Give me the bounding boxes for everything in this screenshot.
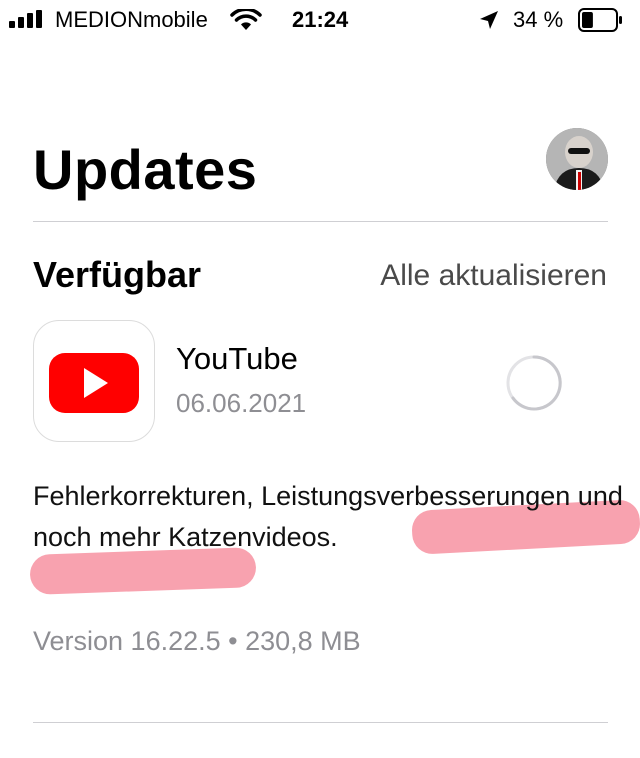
version-info: Version 16.22.5 • 230,8 MB [33,626,361,656]
app-name: YouTube [176,341,298,376]
battery-icon [578,8,622,32]
battery-percent: 34 % [513,7,564,32]
youtube-icon[interactable] [33,320,155,442]
location-arrow-icon [480,11,498,29]
profile-avatar[interactable] [546,128,608,190]
divider [33,221,608,222]
wifi-icon [230,9,262,30]
divider [33,722,608,723]
status-bar: MEDIONmobile 21:24 34 % [0,0,640,44]
update-all-button[interactable]: Alle aktualisieren [380,256,607,296]
clock: 21:24 [292,7,349,32]
page-title: Updates [33,138,258,201]
app-date: 06.06.2021 [176,388,307,418]
section-title: Verfügbar [33,254,202,295]
loading-spinner-icon[interactable] [505,354,563,412]
signal-icon [9,10,42,28]
update-description: Fehlerkorrekturen, Leistungsverbesserung… [33,481,623,552]
carrier-name: MEDIONmobile [55,7,208,32]
